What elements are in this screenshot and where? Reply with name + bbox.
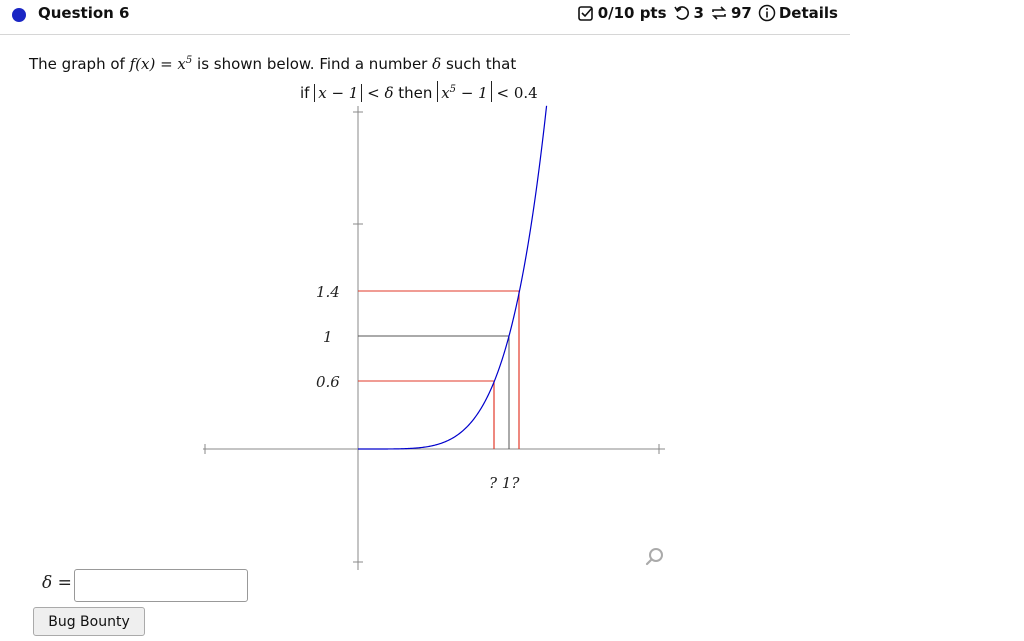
function-graph: 1.4 1 0.6 ? 1? bbox=[203, 105, 665, 570]
problem-middle: is shown below. Find a number bbox=[197, 55, 428, 73]
y-label-upper: 1.4 bbox=[316, 283, 340, 301]
details-link[interactable]: Details bbox=[758, 4, 838, 22]
y-label-lower: 0.6 bbox=[316, 373, 340, 391]
function-expression: f(x) = x5 bbox=[129, 55, 193, 73]
function-curve bbox=[358, 105, 548, 450]
info-icon bbox=[758, 4, 776, 22]
question-meta: 0/10 pts 3 97 Details bbox=[577, 4, 838, 22]
question-header: Question 6 0/10 pts 3 97 Details bbox=[0, 0, 850, 35]
retries-display: 3 bbox=[673, 4, 704, 22]
x-label-question: ? 1? bbox=[489, 474, 520, 492]
attempts-display: 97 bbox=[710, 4, 752, 22]
undo-icon bbox=[673, 4, 691, 22]
zoom-icon[interactable] bbox=[645, 547, 665, 567]
details-label: Details bbox=[778, 4, 838, 22]
retries-count: 3 bbox=[693, 4, 704, 22]
points-display: 0/10 pts bbox=[577, 4, 667, 22]
question-title: Question 6 bbox=[38, 4, 130, 22]
problem-tail: such that bbox=[445, 55, 517, 73]
y-label-center: 1 bbox=[323, 328, 333, 346]
bug-bounty-button[interactable]: Bug Bounty bbox=[33, 607, 145, 636]
delta-answer-label: δ = bbox=[42, 573, 72, 593]
attempts-count: 97 bbox=[730, 4, 752, 22]
checkbox-edit-icon bbox=[577, 4, 595, 22]
question-status-dot bbox=[12, 8, 26, 22]
delta-answer-input[interactable] bbox=[74, 569, 248, 602]
points-text: 0/10 pts bbox=[597, 4, 667, 22]
delta-symbol: δ bbox=[432, 55, 442, 73]
problem-statement: The graph of f(x) = x5 is shown below. F… bbox=[29, 55, 516, 73]
problem-intro: The graph of bbox=[29, 55, 125, 73]
repeat-icon bbox=[710, 4, 728, 22]
